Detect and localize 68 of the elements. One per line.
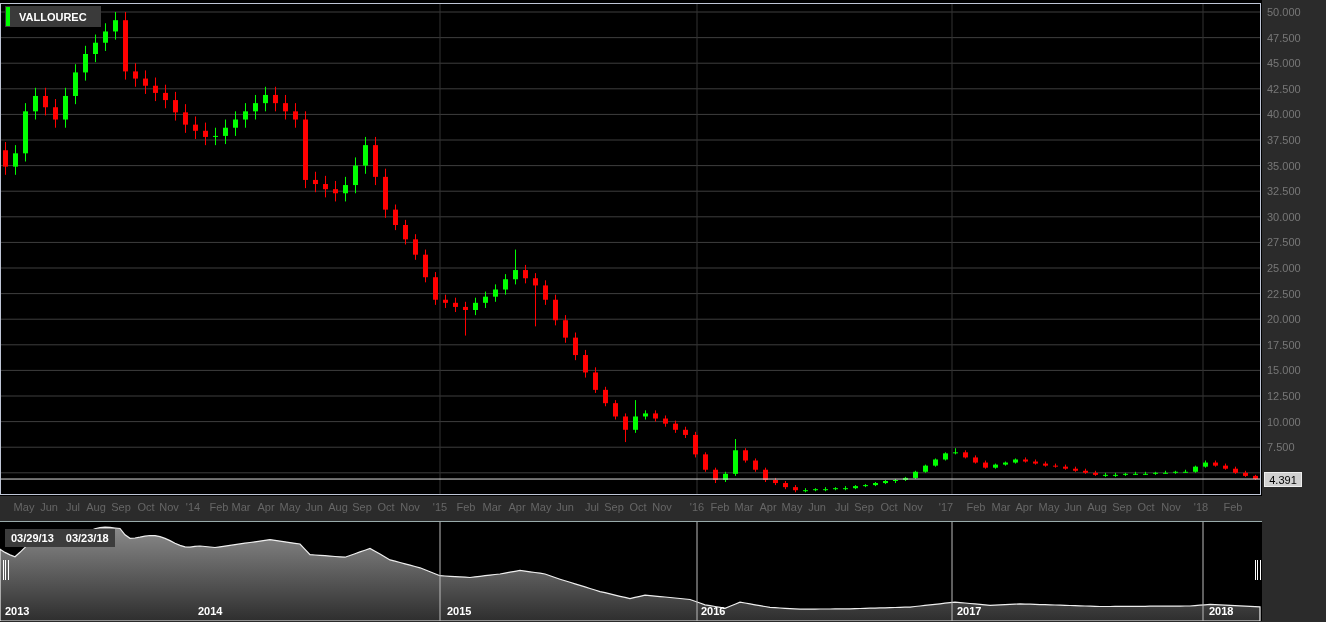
axis-label: Jun <box>556 501 574 513</box>
axis-label: 35.000 <box>1267 158 1301 173</box>
axis-label: 17.500 <box>1267 337 1301 352</box>
axis-label: Apr <box>257 501 275 513</box>
axis-label: 15.000 <box>1267 363 1301 378</box>
axis-label: Feb <box>966 501 986 513</box>
series-name: VALLOUREC <box>19 10 87 23</box>
axis-label: 25.000 <box>1267 261 1301 275</box>
axis-label: Jun <box>808 501 826 513</box>
year-label: 2014 <box>198 605 223 617</box>
axis-label: Sep <box>111 501 131 513</box>
axis-label: Sep <box>854 501 874 513</box>
axis-label: 30.000 <box>1267 209 1301 224</box>
axis-label: May <box>279 501 301 513</box>
axis-label: 40.000 <box>1267 107 1301 122</box>
axis-label: Mar <box>991 501 1011 513</box>
axis-label: Aug <box>86 501 106 513</box>
axis-label: Mar <box>482 501 502 513</box>
axis-label: 50.000 <box>1267 5 1301 19</box>
axis-label: Nov <box>903 501 923 513</box>
axis-label: Nov <box>652 501 672 513</box>
axis-label: May <box>13 501 35 513</box>
axis-label: 42.500 <box>1267 81 1301 96</box>
year-label: 2016 <box>701 605 726 617</box>
axis-label: '18 <box>1193 501 1209 513</box>
axis-label: Nov <box>1161 501 1181 513</box>
axis-label: 20.000 <box>1267 312 1301 327</box>
axis-label: 10.000 <box>1267 414 1301 429</box>
axis-label: Sep <box>1112 501 1132 513</box>
axis-label: Jun <box>40 501 58 513</box>
axis-label: Feb <box>1223 501 1243 513</box>
axis-label: Jun <box>1064 501 1082 513</box>
date-label: 03/29/13 <box>5 529 60 547</box>
axis-label: Apr <box>759 501 777 513</box>
axis-label: Aug <box>328 501 348 513</box>
axis-label: '17 <box>938 501 954 513</box>
axis-label: May <box>781 501 803 513</box>
axis-label: 32.500 <box>1267 184 1301 199</box>
axis-label: Feb <box>710 501 730 513</box>
axis-label: 27.500 <box>1267 235 1301 250</box>
axis-label: Feb <box>209 501 229 513</box>
axis-label: May <box>1038 501 1060 513</box>
axis-label: Mar <box>231 501 251 513</box>
axis-label: Apr <box>1015 501 1033 513</box>
axis-label: Sep <box>352 501 372 513</box>
axis-label: Nov <box>159 501 179 513</box>
axis-label: Mar <box>734 501 754 513</box>
axis-label: Feb <box>456 501 476 513</box>
year-label: 2015 <box>447 605 472 617</box>
axis-label: '15 <box>432 501 448 513</box>
axis-label: 22.500 <box>1267 286 1301 301</box>
axis-label: Aug <box>1087 501 1107 513</box>
axis-label: Nov <box>400 501 420 513</box>
axis-label: Sep <box>604 501 624 513</box>
year-label: 2013 <box>5 605 30 617</box>
date-label: 03/23/18 <box>59 529 115 547</box>
axis-label: 47.500 <box>1267 30 1301 45</box>
year-label: 2017 <box>957 605 982 617</box>
year-label: 2018 <box>1209 605 1234 617</box>
axis-label: Jun <box>305 501 323 513</box>
axis-label: Apr <box>508 501 526 513</box>
axis-label: 45.000 <box>1267 56 1301 71</box>
axis-label: 12.500 <box>1267 389 1301 403</box>
axis-label: '14 <box>185 501 201 513</box>
axis-label: May <box>530 501 552 513</box>
price-tag: 4.391 <box>1264 472 1302 488</box>
axis-label: 7.500 <box>1267 440 1295 455</box>
axis-label: 37.500 <box>1267 133 1301 147</box>
